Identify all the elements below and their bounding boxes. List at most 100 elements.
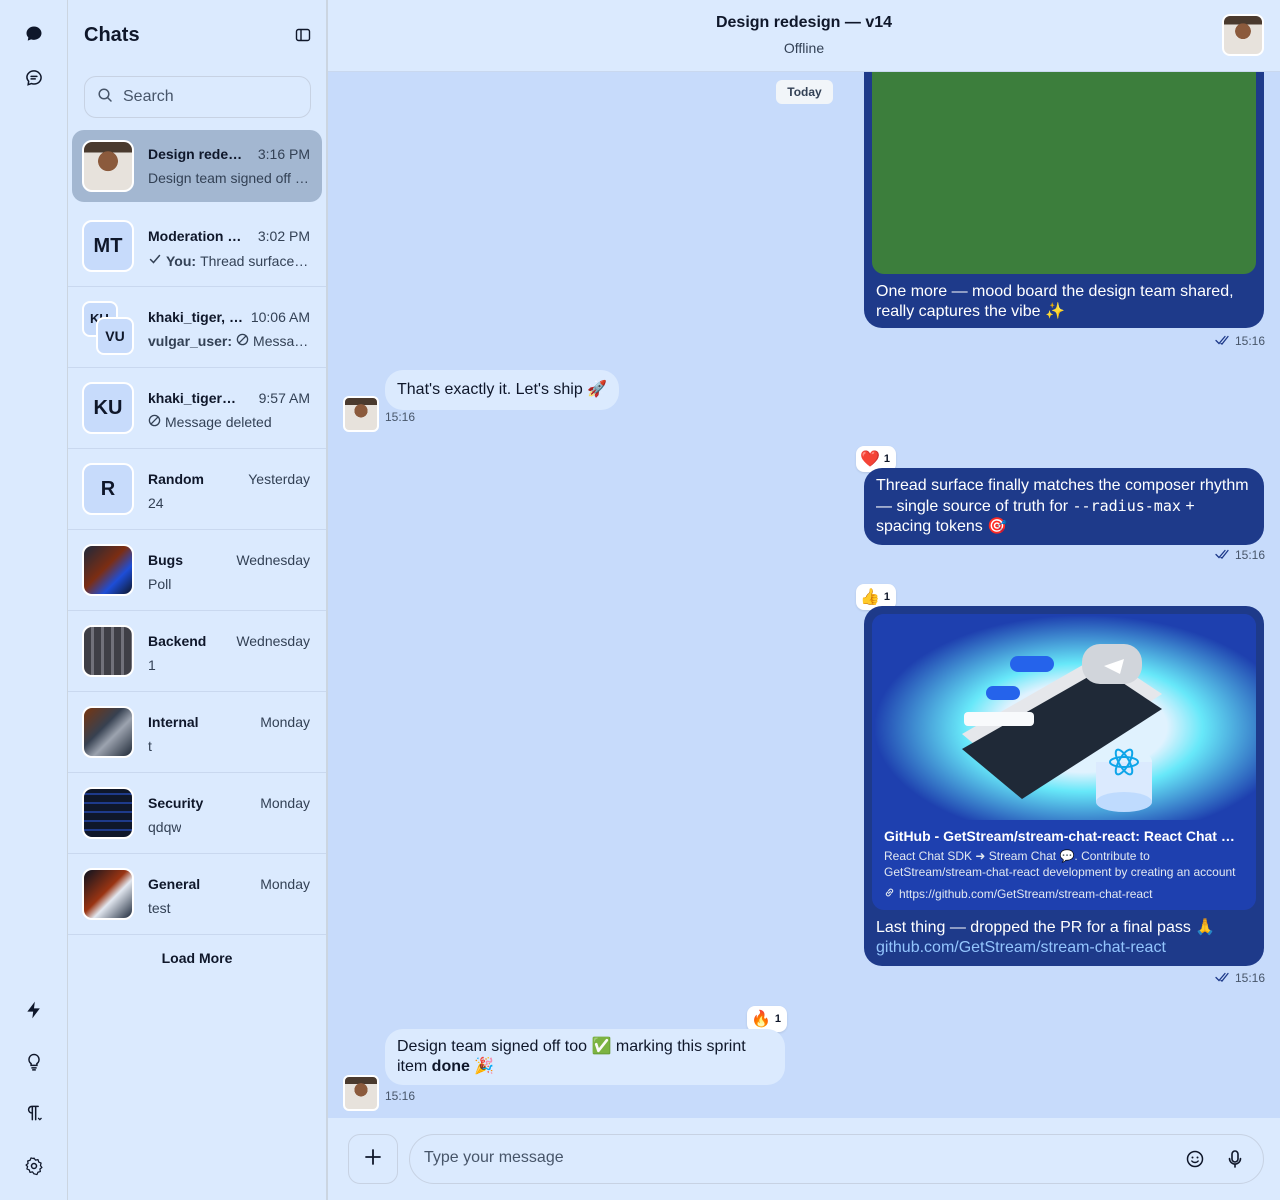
channel-preview: Design team signed off too ✅ marking thi…: [148, 170, 310, 187]
channel-avatar: MT: [82, 220, 134, 272]
channel-name: Moderation team: [148, 228, 243, 244]
reaction-emoji: ❤️: [860, 451, 880, 468]
message-outgoing-link[interactable]: GitHub - GetStream/stream-chat-react: Re…: [864, 606, 1264, 966]
message-input-box[interactable]: [409, 1134, 1264, 1184]
channel-avatar: [82, 787, 134, 839]
emoji-icon[interactable]: [1185, 1149, 1207, 1171]
channel-header-avatar[interactable]: [1222, 14, 1264, 56]
channel-item-khaki-tigers[interactable]: KU khaki_tigers_user 9:57 AM Message del…: [68, 368, 326, 449]
channel-preview: Poll: [148, 576, 310, 592]
channel-status: Offline: [783, 40, 825, 56]
channel-name: khaki_tiger, vulgar_user: [148, 309, 243, 325]
channel-title: Design redesign — v14: [715, 14, 893, 31]
lightning-icon[interactable]: [18, 994, 50, 1026]
attach-button[interactable]: [348, 1134, 398, 1184]
double-check-icon: [1215, 548, 1231, 562]
message-meta: 15:16: [1215, 548, 1265, 562]
channel-name: Internal: [148, 714, 199, 730]
date-separator: Today: [776, 80, 833, 104]
channel-avatar: R: [82, 463, 134, 515]
channel-list-title: Chats: [84, 23, 140, 46]
channel-item-random[interactable]: R Random Yesterday 24: [68, 449, 326, 530]
channel-name: Bugs: [148, 552, 183, 568]
channel-avatar: [82, 625, 134, 677]
channel-item-backend[interactable]: Backend Wednesday 1: [68, 611, 326, 692]
search-input[interactable]: [123, 88, 303, 106]
preview-text: Message deleted: [165, 414, 272, 430]
message-incoming[interactable]: That's exactly it. Let's ship 🚀: [385, 370, 620, 410]
channel-name: Backend: [148, 633, 207, 649]
message-input[interactable]: [424, 1149, 1164, 1167]
link-preview-title: GitHub - GetStream/stream-chat-react: Re…: [884, 828, 1244, 844]
message-meta: 15:16: [1215, 334, 1265, 348]
lightbulb-icon[interactable]: [18, 1046, 50, 1078]
link-preview-url[interactable]: https://github.com/GetStream/stream-chat…: [884, 884, 1152, 904]
channel-preview: qdqw: [148, 819, 310, 835]
preview-text: 1: [148, 657, 156, 673]
channel-item-general[interactable]: General Monday test: [68, 854, 326, 935]
channel-time: Wednesday: [236, 552, 310, 568]
preview-text: Thread surface finally matches the compo…: [200, 252, 310, 269]
message-outgoing-image[interactable]: One more — mood board the design team sh…: [864, 72, 1264, 328]
channel-preview: 24: [148, 495, 310, 511]
channel-item-internal[interactable]: Internal Monday t: [68, 692, 326, 773]
group-avatar: KU VU: [82, 301, 138, 357]
link-icon: [884, 884, 895, 904]
sender-avatar[interactable]: [343, 1075, 379, 1111]
message-time: 15:16: [1235, 971, 1266, 985]
message-meta: 15:16: [385, 410, 415, 424]
channel-time: Monday: [260, 876, 310, 892]
reaction-count: 1: [883, 453, 891, 465]
preview-text: Design team signed off too ✅ marking thi…: [148, 170, 310, 186]
channel-time: Wednesday: [236, 633, 310, 649]
channel-preview: 1: [148, 657, 310, 673]
message-outgoing[interactable]: Thread surface finally matches the compo…: [864, 468, 1264, 545]
channel-list-header: Chats: [84, 20, 314, 50]
channel-time: 3:16 PM: [257, 146, 310, 162]
channel-item-khaki-vulgar[interactable]: KU VU khaki_tiger, vulgar_user 10:06 AM …: [68, 287, 326, 368]
search-icon: [97, 87, 113, 108]
sender-avatar[interactable]: [343, 396, 379, 432]
channel-item-moderation[interactable]: MT Moderation team 3:02 PM You: Thread s…: [68, 206, 326, 287]
double-check-icon: [1215, 334, 1231, 348]
channel-item-security[interactable]: Security Monday qdqw: [68, 773, 326, 854]
message-time: 15:16: [385, 410, 416, 424]
microphone-icon[interactable]: [1225, 1149, 1247, 1171]
channel-time: 10:06 AM: [250, 309, 310, 325]
preview-text: Message deleted: [253, 333, 310, 349]
load-more-button[interactable]: Load More: [68, 950, 326, 966]
message-text: Last thing — dropped the PR for a final …: [876, 919, 1216, 936]
app-rail: [0, 0, 68, 1200]
preview-text: 24: [148, 495, 164, 511]
message-text-b: 🎉: [469, 1058, 495, 1075]
message-link[interactable]: github.com/GetStream/stream-chat-react: [876, 938, 1166, 958]
message-incoming[interactable]: Design team signed off too ✅ marking thi…: [385, 1029, 785, 1085]
search-box[interactable]: [84, 76, 311, 118]
channel-avatar: [82, 706, 134, 758]
link-preview-image: [872, 614, 1256, 820]
chat-bubble-icon[interactable]: [18, 62, 50, 94]
chat-window: Design redesign — v14 Offline One more —…: [328, 0, 1280, 1200]
reaction-count: 1: [883, 591, 891, 603]
preview-prefix: vulgar_user:: [148, 333, 233, 349]
channel-time: Monday: [260, 795, 310, 811]
message-text: That's exactly it. Let's ship 🚀: [397, 381, 608, 398]
settings-icon[interactable]: [18, 1150, 50, 1182]
check-icon: [148, 252, 162, 269]
paragraph-icon[interactable]: [18, 1097, 50, 1129]
channel-item-bugs[interactable]: Bugs Wednesday Poll: [68, 530, 326, 611]
channel-time: Monday: [260, 714, 310, 730]
channel-avatar: [82, 868, 134, 920]
deleted-icon: [148, 414, 161, 430]
chat-bubble-filled-icon[interactable]: [18, 18, 50, 50]
channel-name: General: [148, 876, 201, 892]
sidebar-toggle-icon[interactable]: [292, 24, 314, 46]
channel-item-design-redesign[interactable]: Design redesign — v14 3:16 PM Design tea…: [72, 130, 322, 202]
attachment-image[interactable]: [872, 72, 1256, 274]
link-preview-description: React Chat SDK ➜ Stream Chat 💬. Contribu…: [884, 849, 1236, 879]
message-text: One more — mood board the design team sh…: [876, 283, 1234, 320]
reaction-count: 1: [774, 1013, 782, 1025]
channel-preview: Message deleted: [148, 414, 310, 430]
message-time: 15:16: [385, 1089, 416, 1103]
link-preview-card[interactable]: GitHub - GetStream/stream-chat-react: Re…: [872, 614, 1256, 910]
